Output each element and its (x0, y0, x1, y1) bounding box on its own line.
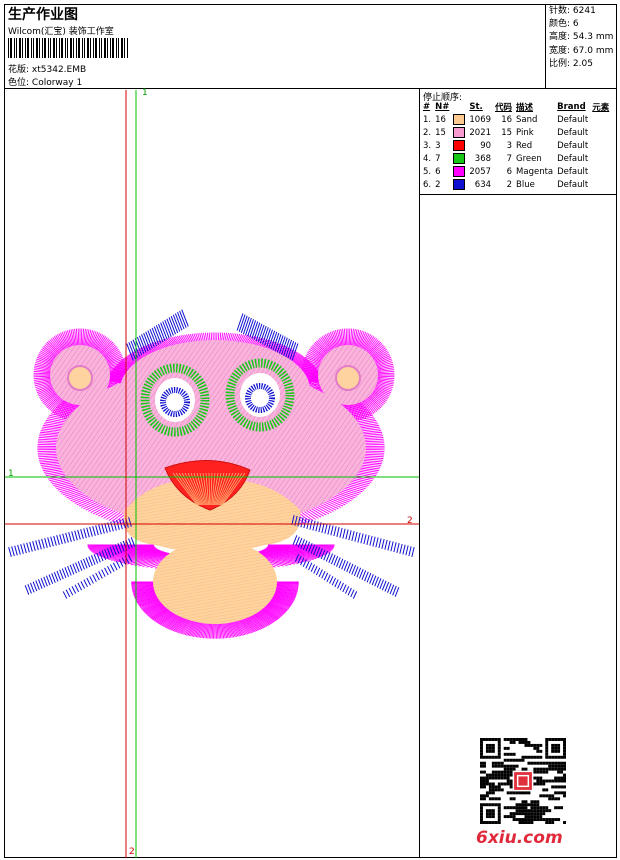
row-stitches: 1069 (469, 114, 492, 125)
row-element (590, 139, 611, 152)
row-swatch (451, 165, 467, 178)
color-row: 2. 15 2021 15 Pink Default (421, 126, 611, 139)
color-swatch (453, 166, 466, 177)
spec-colors: 颜色: 6 (549, 19, 579, 30)
row-element (590, 152, 611, 165)
col-code: 代码 (495, 103, 513, 113)
page-title: 生产作业图 (8, 7, 78, 23)
row-code: 7 (506, 153, 513, 164)
row-code: 3 (506, 140, 513, 151)
barcode-icon (8, 38, 128, 58)
design-label: 花版: (8, 65, 30, 75)
row-swatch (451, 113, 467, 126)
company-name: Wilcom(汇宝) 装饰工作室 (8, 27, 114, 37)
color-swatch (453, 153, 466, 164)
row-code: 15 (501, 127, 513, 138)
ear-left-inner (67, 365, 93, 391)
color-swatch (453, 114, 466, 125)
color-table: # N# St. 代码 描述 Brand 元素 1. 16 1069 16 Sand De… (421, 101, 611, 191)
color-row: 6. 2 634 2 Blue Default (421, 178, 611, 191)
row-swatch (451, 139, 467, 152)
colorway-row: 色位: Colorway 1 (8, 75, 82, 88)
table-divider (419, 194, 617, 195)
row-swatch (451, 152, 467, 165)
col-element: 元素 (592, 103, 610, 113)
row-desc: Pink (516, 127, 534, 138)
row-stitches: 634 (474, 179, 492, 190)
red-axis-label-bottom: 2 (129, 847, 135, 857)
specs-divider (545, 4, 546, 88)
row-code: 6 (506, 166, 513, 177)
col-stitches: St. (469, 102, 483, 112)
header-divider (4, 88, 617, 89)
row-stitches: 2021 (469, 127, 492, 138)
row-desc: Blue (516, 179, 535, 190)
row-index: 5. (423, 166, 432, 177)
colorway-label: 色位: (8, 78, 30, 88)
panel-divider (419, 88, 420, 858)
row-brand: Default (557, 127, 589, 138)
color-table-header: # N# St. 代码 描述 Brand 元素 (421, 101, 611, 113)
row-desc: Red (516, 140, 533, 151)
color-row: 5. 6 2057 6 Magenta Default (421, 165, 611, 178)
col-brand: Brand (557, 102, 586, 112)
row-brand: Default (557, 140, 589, 151)
red-axis-label-right: 2 (407, 516, 413, 526)
row-stitches: 2057 (469, 166, 492, 177)
row-desc: Green (516, 153, 542, 164)
spec-width: 宽度: 67.0 mm (549, 45, 614, 56)
spec-height: 高度: 54.3 mm (549, 32, 614, 43)
row-element (590, 178, 611, 191)
row-brand: Default (557, 114, 589, 125)
row-needle: 7 (435, 153, 441, 164)
row-brand: Default (557, 153, 589, 164)
row-element (590, 113, 611, 126)
spec-list: 针数: 6241 颜色: 6 高度: 54.3 mm 宽度: 67.0 mm 比… (549, 5, 613, 71)
row-brand: Default (557, 179, 589, 190)
row-index: 2. (423, 127, 432, 138)
colorway-value: Colorway 1 (31, 78, 83, 88)
color-swatch (453, 127, 466, 138)
row-index: 1. (423, 114, 432, 125)
row-code: 2 (506, 179, 513, 190)
chin (153, 540, 277, 624)
row-desc: Magenta (516, 166, 554, 177)
col-needle: N# (435, 102, 450, 112)
color-row: 1. 16 1069 16 Sand Default (421, 113, 611, 126)
row-needle: 3 (435, 140, 441, 151)
color-row: 4. 7 368 7 Green Default (421, 152, 611, 165)
row-index: 6. (423, 179, 432, 190)
color-swatch (453, 140, 466, 151)
row-desc: Sand (516, 114, 538, 125)
qr-code-icon (480, 738, 566, 824)
row-index: 3. (423, 140, 432, 151)
design-value: xt5342.EMB (31, 65, 87, 75)
spec-scale: 比例: 2.05 (549, 58, 593, 69)
col-desc: 描述 (516, 103, 534, 113)
watermark-brand: 6xiu.com (476, 828, 563, 848)
row-swatch (451, 178, 467, 191)
row-brand: Default (557, 166, 589, 177)
design-file-row: 花版: xt5342.EMB (8, 62, 86, 75)
row-needle: 16 (435, 114, 446, 125)
row-needle: 6 (435, 166, 441, 177)
col-index: # (423, 102, 431, 112)
row-needle: 15 (435, 127, 446, 138)
col-swatch (451, 101, 467, 113)
color-row: 3. 3 90 3 Red Default (421, 139, 611, 152)
row-needle: 2 (435, 179, 441, 190)
row-stitches: 368 (474, 153, 492, 164)
embroidery-design (5, 90, 419, 858)
green-axis-label-left: 1 (8, 469, 14, 479)
ear-right-inner (335, 365, 361, 391)
row-element (590, 165, 611, 178)
row-swatch (451, 126, 467, 139)
row-stitches: 90 (480, 140, 492, 151)
row-code: 16 (501, 114, 513, 125)
color-swatch (453, 179, 466, 190)
spec-stitches: 针数: 6241 (549, 6, 596, 16)
green-axis-label-top: 1 (142, 88, 148, 98)
row-index: 4. (423, 153, 432, 164)
row-element (590, 126, 611, 139)
